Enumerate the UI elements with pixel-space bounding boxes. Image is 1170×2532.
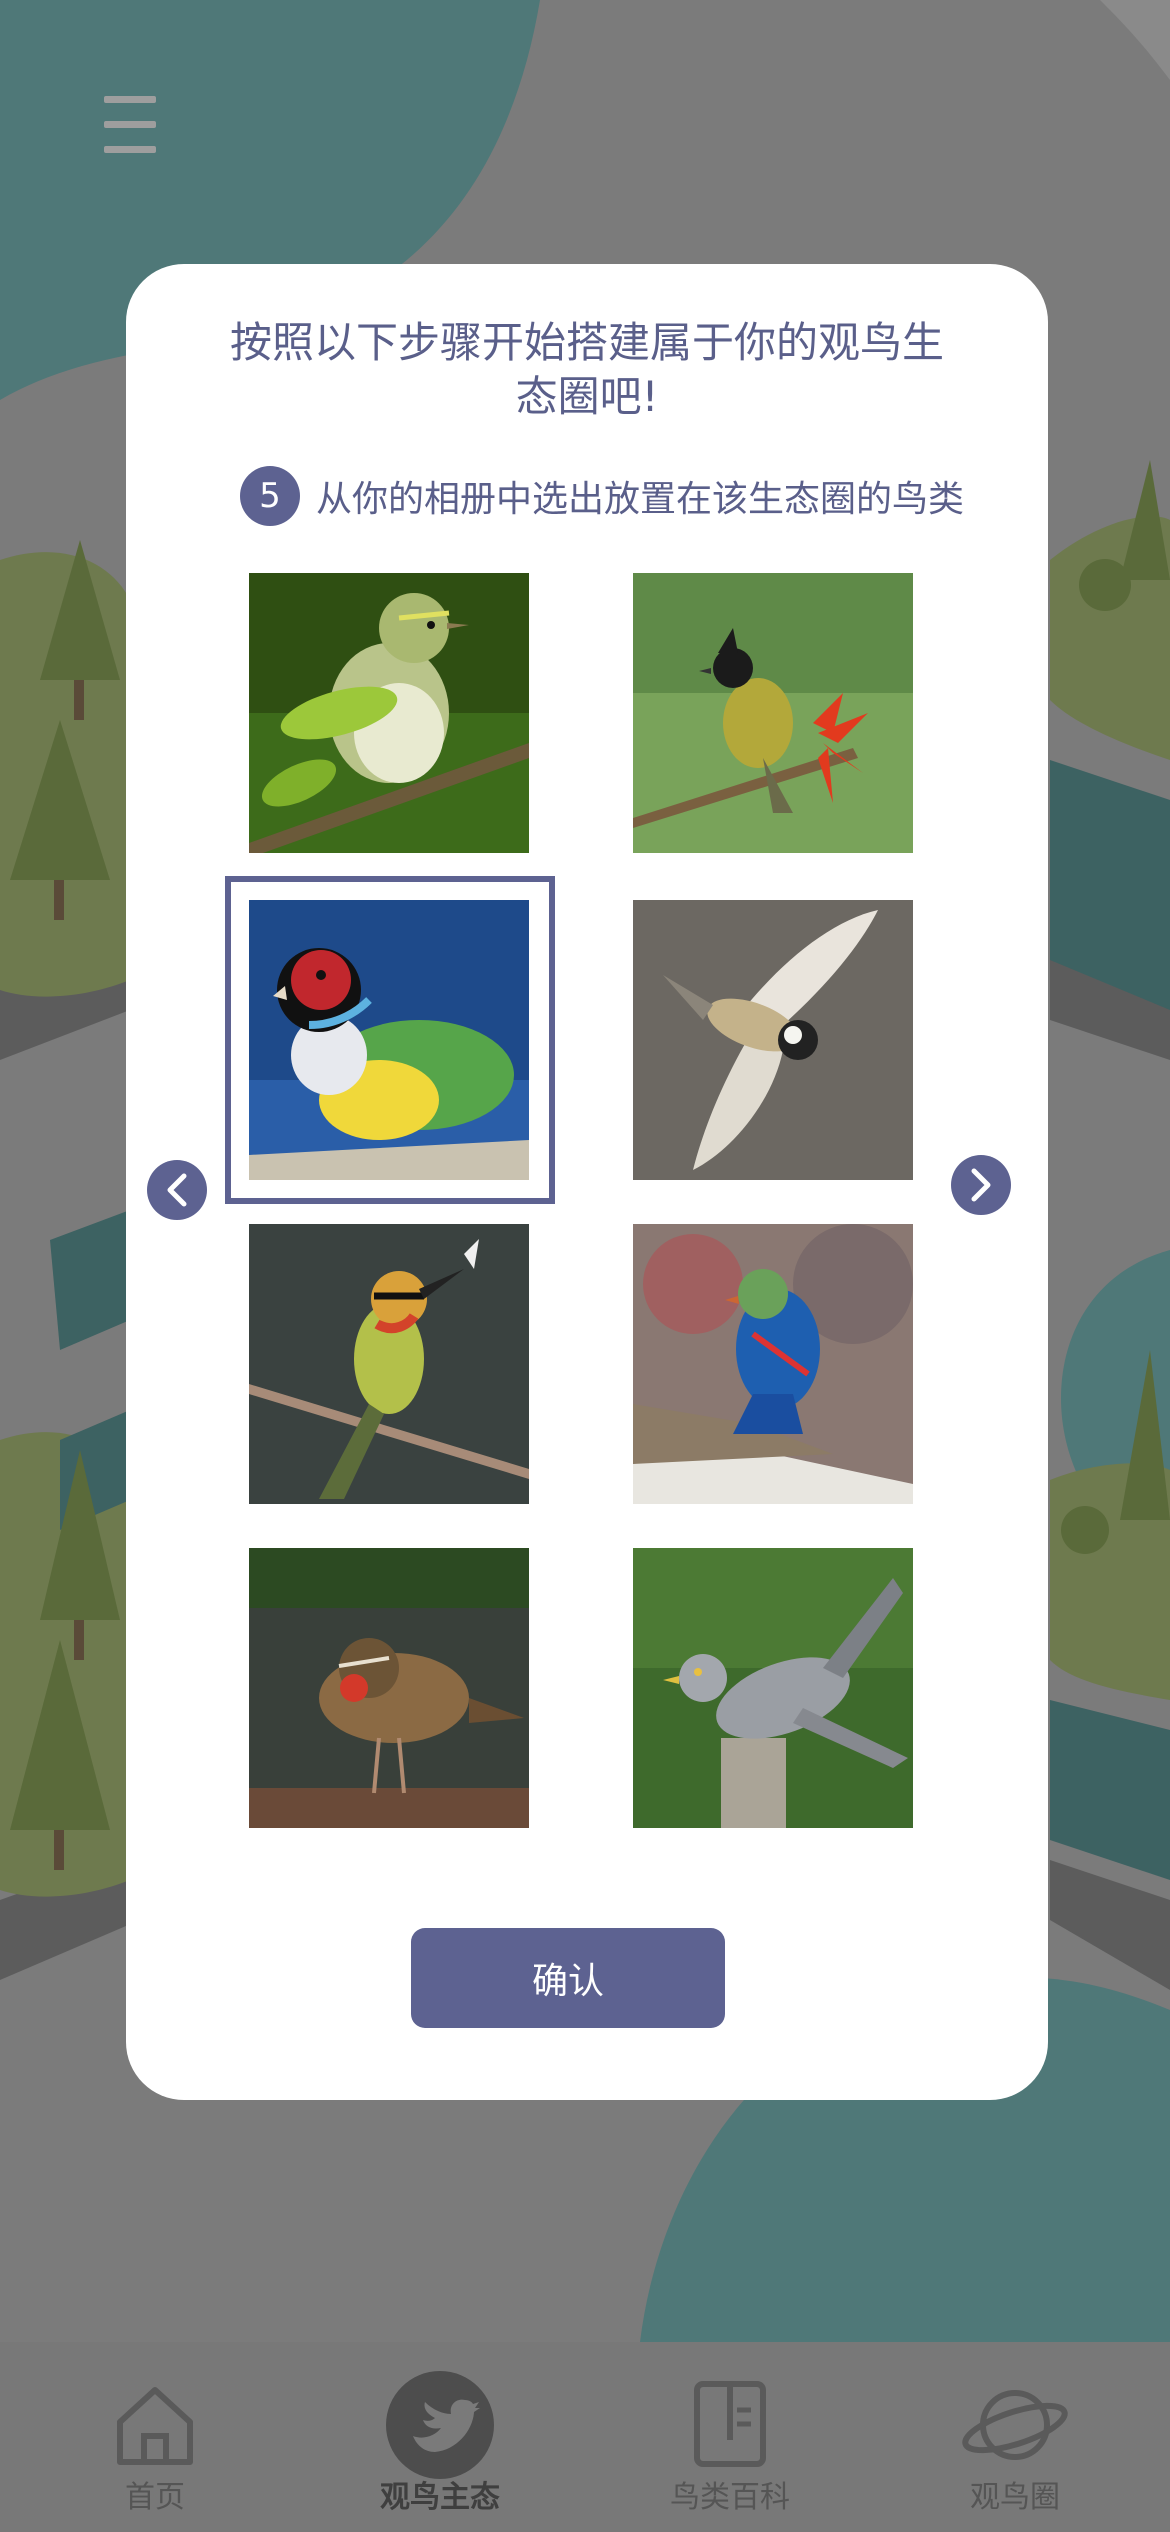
bird-photo-rubythroat[interactable]	[249, 1548, 529, 1828]
tab-home-label: 首页	[125, 2480, 185, 2515]
bottom-tab-bar: 首页 观鸟主态 鸟类百科 观鸟圈	[0, 2342, 1170, 2532]
menu-bar	[104, 121, 156, 128]
bee-eater-image	[249, 1224, 529, 1504]
chevron-left-icon	[167, 1173, 187, 1207]
bird-photo-blue-bird[interactable]	[633, 1224, 913, 1504]
book-icon	[694, 2381, 766, 2467]
home-icon	[117, 2387, 193, 2465]
tab-birding-circle[interactable]: 观鸟圈	[895, 2342, 1135, 2532]
tab-bird-ecosystem-label: 观鸟主态	[380, 2480, 500, 2515]
menu-bar	[104, 146, 156, 153]
warbler-image	[249, 573, 529, 853]
bulbul-image	[633, 573, 913, 853]
chevron-right-icon	[971, 1168, 991, 1202]
next-button[interactable]	[951, 1155, 1011, 1215]
tab-bird-ecosystem[interactable]: 观鸟主态	[320, 2342, 560, 2532]
bird-photo-gouldian-finch[interactable]	[249, 900, 529, 1180]
rubythroat-image	[249, 1548, 529, 1828]
step-instruction: 5 从你的相册中选出放置在该生态圈的鸟类	[240, 464, 964, 528]
bird-photo-bee-eater[interactable]	[249, 1224, 529, 1504]
cuckoo-image	[633, 1548, 913, 1828]
menu-bar	[104, 96, 156, 103]
dialog-title: 按照以下步骤开始搭建属于你的观鸟生态圈吧!	[229, 318, 944, 421]
tab-bird-encyclopedia-label: 鸟类百科	[670, 2480, 790, 2515]
tab-bird-encyclopedia[interactable]: 鸟类百科	[610, 2342, 850, 2532]
step-number-badge: 5	[240, 466, 300, 526]
bird-photo-bulbul[interactable]	[633, 573, 913, 853]
planet-icon	[962, 2390, 1068, 2460]
step-text: 从你的相册中选出放置在该生态圈的鸟类	[316, 479, 965, 520]
bird-icon	[386, 2371, 494, 2479]
previous-button[interactable]	[147, 1160, 207, 1220]
bird-photo-warbler[interactable]	[249, 573, 529, 853]
tab-birding-circle-label: 观鸟圈	[970, 2480, 1060, 2515]
tit-flight-image	[633, 900, 913, 1180]
hamburger-menu-icon[interactable]	[104, 96, 156, 154]
confirm-button[interactable]: 确认	[411, 1928, 725, 2028]
bird-photo-cuckoo[interactable]	[633, 1548, 913, 1828]
tab-home[interactable]: 首页	[35, 2342, 275, 2532]
gouldian-finch-image	[249, 900, 529, 1180]
bird-photo-tit-flight[interactable]	[633, 900, 913, 1180]
blue-bird-image	[633, 1224, 913, 1504]
